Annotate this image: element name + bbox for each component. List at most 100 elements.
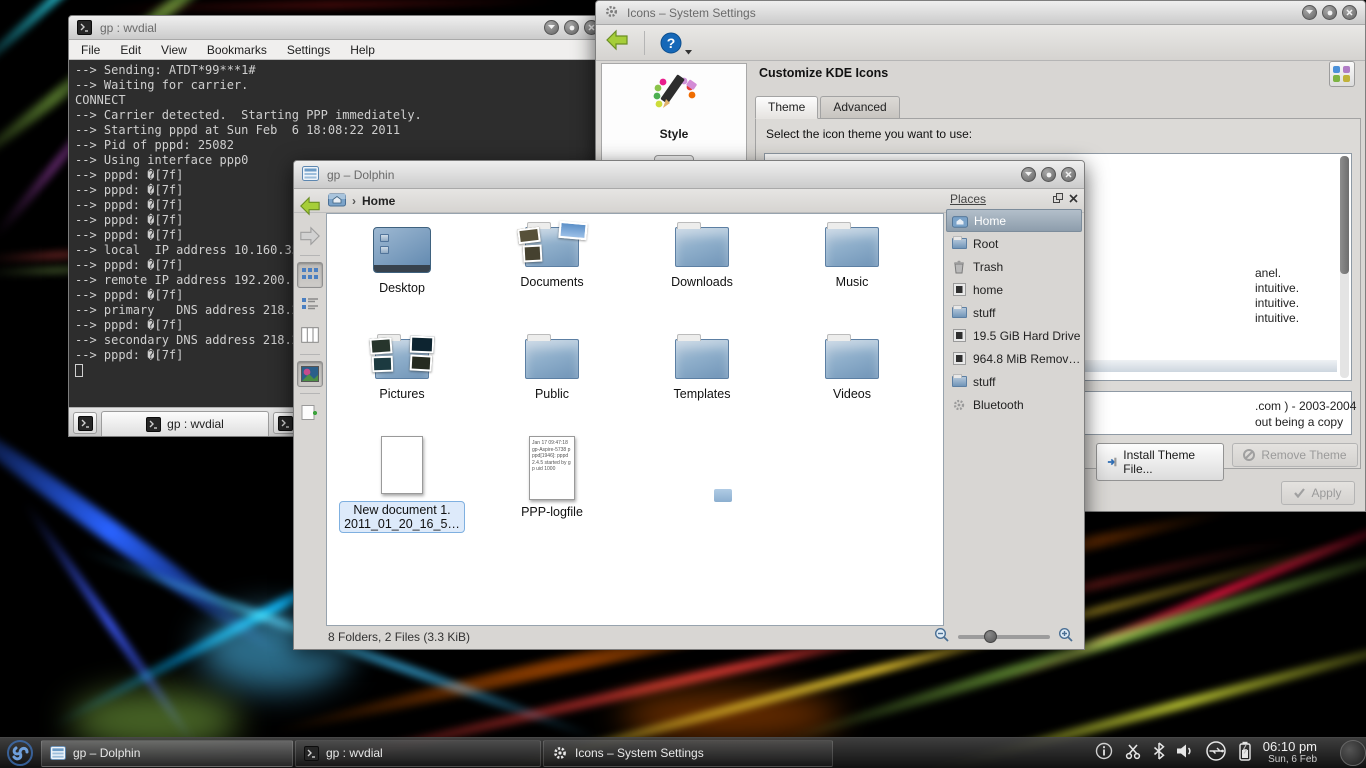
maximize-button[interactable] — [1322, 5, 1337, 20]
chevron-down-icon — [685, 50, 692, 55]
folder-item-public[interactable]: Public — [482, 339, 622, 401]
install-theme-button[interactable]: Install Theme File... — [1096, 443, 1224, 481]
folder-icon — [951, 305, 967, 321]
zoom-in-icon[interactable] — [1058, 627, 1074, 646]
folder-item-pictures[interactable]: Pictures — [332, 339, 472, 401]
forward-icon[interactable] — [297, 223, 323, 249]
file-item-new-document[interactable]: New document 1. 2011_01_20_16_5… — [332, 436, 472, 533]
places-item-stuff[interactable]: stuff — [946, 301, 1082, 324]
import-icon — [1107, 456, 1117, 468]
maximize-button[interactable] — [564, 20, 579, 35]
zoom-slider[interactable] — [958, 635, 1050, 639]
task-button-system-settings[interactable]: Icons – System Settings — [543, 740, 833, 767]
konsole-tab[interactable]: gp : wvdial — [101, 411, 269, 436]
apply-button[interactable]: Apply — [1281, 481, 1355, 505]
places-item-root[interactable]: Root — [946, 232, 1082, 255]
overview-grid-icon[interactable] — [1329, 61, 1355, 87]
folder-icon — [675, 227, 729, 267]
breadcrumb-home[interactable]: Home — [362, 194, 395, 208]
places-item-home-dir[interactable]: home — [946, 278, 1082, 301]
panel-toolbox-cashew-icon[interactable] — [1340, 740, 1366, 766]
documents-folder-icon — [525, 227, 579, 267]
klipper-scissors-icon[interactable] — [1124, 742, 1142, 765]
places-item-trash[interactable]: Trash — [946, 255, 1082, 278]
folder-item-documents[interactable]: Documents — [482, 227, 622, 289]
theme-list-text-fragment: intuitive. — [1255, 296, 1299, 310]
tab-theme[interactable]: Theme — [755, 96, 818, 119]
breadcrumb-separator: › — [352, 194, 356, 208]
desktop: gp : wvdial File Edit View Bookmarks Set… — [0, 0, 1366, 768]
check-icon — [1294, 488, 1305, 498]
theme-description-fragment: out being a copy — [1255, 415, 1343, 429]
theme-list-text-fragment: intuitive. — [1255, 311, 1299, 325]
columns-view-icon[interactable] — [297, 322, 323, 348]
folder-item-templates[interactable]: Templates — [632, 339, 772, 401]
device-icon — [951, 328, 967, 344]
battery-icon[interactable] — [1238, 741, 1252, 766]
desktop-folder-icon — [373, 227, 431, 273]
back-icon[interactable] — [604, 28, 630, 57]
split-view-icon[interactable] — [297, 400, 323, 426]
folder-item-music[interactable]: Music — [782, 227, 922, 289]
places-item-bluetooth[interactable]: Bluetooth — [946, 393, 1082, 416]
preview-icon[interactable] — [297, 361, 323, 387]
dolphin-icon — [302, 166, 319, 184]
menu-view[interactable]: View — [161, 43, 187, 57]
folder-item-desktop[interactable]: Desktop — [332, 227, 472, 295]
minimize-button[interactable] — [1021, 167, 1036, 182]
konsole-title: gp : wvdial — [100, 21, 157, 35]
close-button[interactable] — [1342, 5, 1357, 20]
new-tab-button[interactable] — [73, 412, 97, 434]
maximize-button[interactable] — [1041, 167, 1056, 182]
sidebar-item-style-label: Style — [660, 127, 689, 141]
usb-device-icon[interactable] — [1205, 741, 1227, 766]
minimize-button[interactable] — [1302, 5, 1317, 20]
theme-list-scrollbar[interactable] — [1340, 156, 1349, 378]
close-button[interactable] — [1061, 167, 1076, 182]
settings-title: Icons – System Settings — [627, 6, 756, 20]
settings-toolbar: ? — [596, 25, 1365, 61]
places-item-stuff-2[interactable]: stuff — [946, 370, 1082, 393]
remove-theme-button[interactable]: Remove Theme — [1232, 443, 1358, 467]
launcher-menu-icon[interactable] — [0, 739, 40, 767]
document-file-icon — [381, 436, 423, 494]
back-icon[interactable] — [297, 193, 323, 219]
settings-titlebar[interactable]: Icons – System Settings — [596, 1, 1365, 25]
folder-view[interactable]: Desktop Documents Downloads Music — [326, 213, 944, 626]
dolphin-icon — [50, 746, 66, 760]
minimize-button[interactable] — [544, 20, 559, 35]
file-item-ppp-logfile[interactable]: Jan 17 09:47:18 gp-Aspire-5738 pppd[1946… — [482, 436, 622, 519]
menu-edit[interactable]: Edit — [120, 43, 141, 57]
places-item-home[interactable]: Home — [946, 209, 1082, 232]
folder-item-downloads[interactable]: Downloads — [632, 227, 772, 289]
menu-file[interactable]: File — [81, 43, 100, 57]
close-panel-icon[interactable] — [1069, 192, 1078, 206]
zoom-out-icon[interactable] — [934, 627, 950, 646]
details-view-icon[interactable] — [297, 292, 323, 318]
task-button-wvdial[interactable]: gp : wvdial — [295, 740, 541, 767]
dolphin-titlebar[interactable]: gp – Dolphin — [294, 161, 1084, 189]
places-item-removable[interactable]: 964.8 MiB Remov… — [946, 347, 1082, 370]
konsole-titlebar[interactable]: gp : wvdial — [69, 16, 607, 40]
places-item-hard-drive[interactable]: 19.5 GiB Hard Drive — [946, 324, 1082, 347]
help-icon[interactable]: ? — [659, 31, 692, 55]
bluetooth-icon[interactable] — [1153, 742, 1165, 765]
volume-icon[interactable] — [1176, 743, 1194, 764]
menu-settings[interactable]: Settings — [287, 43, 330, 57]
sidebar-item-style[interactable]: Style — [602, 64, 746, 141]
folder-item-videos[interactable]: Videos — [782, 339, 922, 401]
places-panel: Places Home Root Trash — [946, 189, 1082, 649]
clock[interactable]: 06:10 pm Sun, 6 Feb — [1263, 740, 1321, 766]
zoom-slider-handle[interactable] — [984, 630, 997, 643]
drag-ghost-icon — [714, 489, 732, 502]
notifications-info-icon[interactable] — [1095, 742, 1113, 765]
float-panel-icon[interactable] — [1053, 192, 1063, 206]
tab-advanced[interactable]: Advanced — [820, 96, 899, 119]
home-icon[interactable] — [328, 191, 346, 210]
task-button-dolphin[interactable]: gp – Dolphin — [41, 740, 293, 767]
menu-help[interactable]: Help — [350, 43, 375, 57]
menu-bookmarks[interactable]: Bookmarks — [207, 43, 267, 57]
svg-text:?: ? — [667, 35, 676, 51]
select-theme-label: Select the icon theme you want to use: — [766, 127, 972, 141]
icons-view-icon[interactable] — [297, 262, 323, 288]
